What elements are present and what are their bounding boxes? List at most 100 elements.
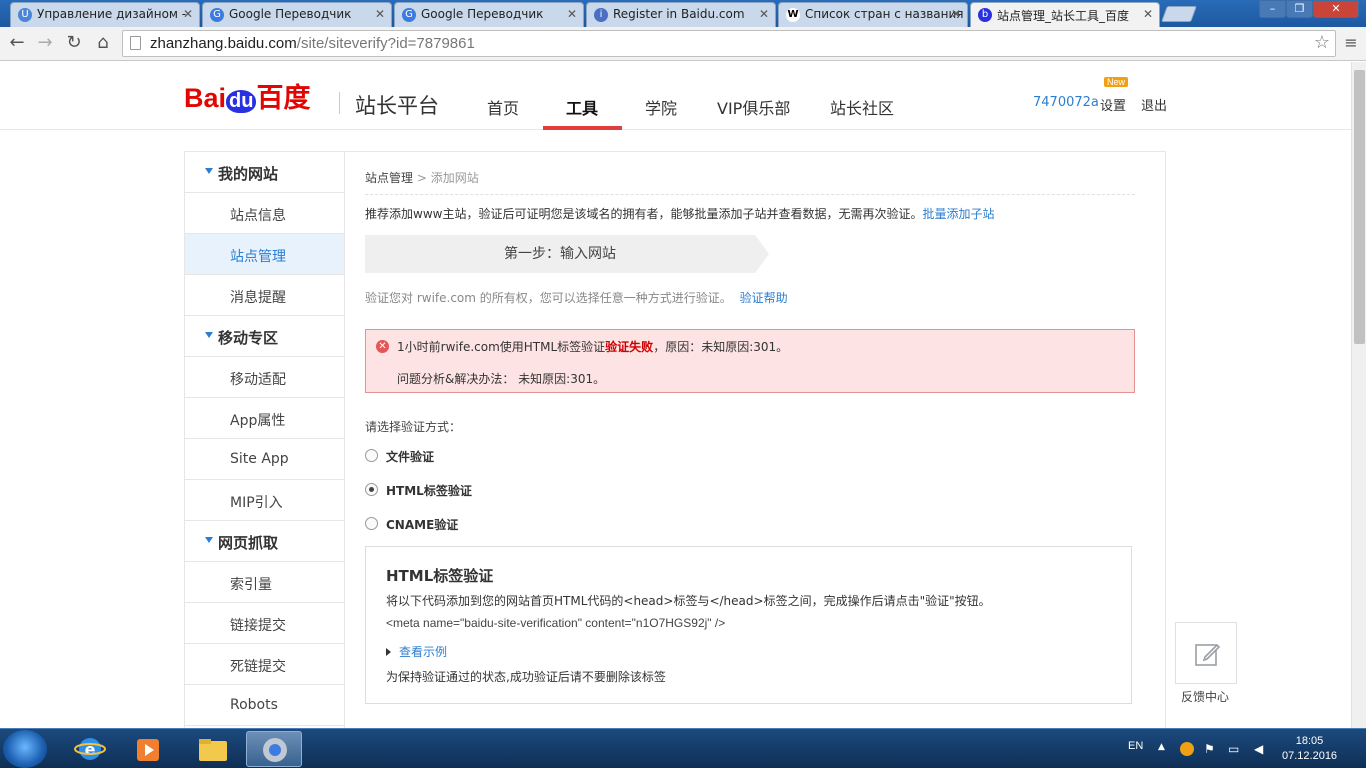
clock-time: 18:05 (1295, 735, 1324, 747)
menu-icon[interactable]: ≡ (1340, 32, 1362, 54)
close-icon[interactable]: ✕ (183, 7, 193, 21)
tab-title: Список стран с названия (805, 7, 964, 21)
nav-tools[interactable]: 工具 (566, 95, 598, 119)
radio-file-verify[interactable] (365, 449, 378, 462)
error-solution: 问题分析&解决办法： 未知原因:301。 (397, 372, 606, 386)
feedback-label[interactable]: 反馈中心 (1181, 688, 1229, 705)
logo-cn: 百度 (256, 83, 311, 113)
verify-tip: 验证您对 rwife.com 的所有权，您可以选择任意一种方式进行验证。 验证帮… (365, 289, 788, 306)
tray-action-center-icon[interactable]: ⚑ (1204, 742, 1215, 756)
sidebar-item-link-submit[interactable]: 链接提交 (185, 603, 344, 644)
taskbar: e EN ▲ ⚑ ▭ ◀ 18:05 07.12.2016 (0, 728, 1366, 768)
platform-title: 站长平台 (355, 94, 439, 118)
tab-title: Google Переводчик (229, 7, 352, 21)
step-arrow (755, 235, 769, 273)
tray-app-icon[interactable] (1180, 742, 1194, 756)
sidebar-item-robots[interactable]: Robots (185, 685, 344, 726)
maximize-button[interactable]: ❐ (1286, 0, 1313, 18)
instructions-title: HTML标签验证 (386, 567, 494, 585)
chrome-taskbar-icon[interactable] (246, 731, 302, 767)
radio-label-html-tag-verify[interactable]: HTML标签验证 (386, 482, 472, 499)
sidebar-item-deadlink-submit[interactable]: 死链提交 (185, 644, 344, 685)
close-icon[interactable]: ✕ (1143, 7, 1153, 21)
caret-down-icon (205, 332, 213, 338)
recommend-tip: 推荐添加www主站，验证后可证明您是该域名的拥有者，能够批量添加子站并查看数据，… (365, 205, 994, 222)
new-tab-button[interactable] (1161, 6, 1197, 22)
verify-help-link[interactable]: 验证帮助 (740, 291, 788, 305)
nav-active-indicator (543, 126, 622, 130)
sidebar-item-site-info[interactable]: 站点信息 (185, 193, 344, 234)
minimize-button[interactable]: – (1259, 0, 1286, 18)
sidebar-item-messages[interactable]: 消息提醒 (185, 275, 344, 316)
caret-down-icon (205, 537, 213, 543)
breadcrumb-root[interactable]: 站点管理 (365, 171, 413, 185)
reload-icon[interactable]: ↻ (63, 32, 85, 54)
tab-title: Register in Baidu.com (613, 7, 745, 21)
radio-cname-verify[interactable] (365, 517, 378, 530)
edit-icon (1195, 643, 1221, 666)
settings-link[interactable]: 设置 (1100, 95, 1126, 114)
system-clock[interactable]: 18:05 07.12.2016 (1282, 734, 1337, 764)
sidebar-group-my-sites[interactable]: 我的网站 (185, 152, 344, 193)
window-close-button[interactable]: ✕ (1313, 0, 1359, 18)
browser-tab-6[interactable]: b 站点管理_站长工具_百度 ✕ (970, 2, 1160, 28)
browser-tab-2[interactable]: G Google Переводчик ✕ (202, 2, 392, 27)
breadcrumb-current: 添加网站 (430, 171, 479, 185)
sidebar-item-site-app[interactable]: Site App (185, 439, 344, 480)
sidebar-item-site-management[interactable]: 站点管理 (185, 234, 344, 275)
browser-tab-3[interactable]: G Google Переводчик ✕ (394, 2, 584, 27)
tab-favicon-icon: W (786, 8, 800, 22)
nav-community[interactable]: 站长社区 (830, 95, 894, 119)
choose-method-label: 请选择验证方式： (365, 420, 462, 434)
scrollbar-thumb[interactable] (1354, 70, 1365, 344)
logout-link[interactable]: 退出 (1141, 95, 1167, 114)
verification-code[interactable]: <meta name="baidu-site-verification" con… (386, 616, 725, 630)
step-2: 第二步：验证网站 (755, 235, 1135, 273)
feedback-button[interactable] (1175, 622, 1237, 684)
batch-add-subsite-link[interactable]: 批量添加子站 (922, 207, 994, 221)
user-id-link[interactable]: 7470072a (1033, 95, 1099, 110)
nav-vip-club[interactable]: VIP俱乐部 (717, 95, 790, 119)
step-1: 第一步：输入网站 (365, 235, 755, 273)
radio-label-cname-verify[interactable]: CNAME验证 (386, 516, 458, 533)
bookmark-star-icon[interactable]: ☆ (1314, 32, 1330, 53)
address-bar[interactable]: zhanzhang.baidu.com/site/siteverify?id=7… (122, 30, 1336, 57)
forward-arrow-icon[interactable]: → (34, 32, 56, 54)
error-message: ✕ 1小时前rwife.com使用HTML标签验证验证失败，原因：未知原因:30… (365, 329, 1135, 393)
sidebar-group-label: 网页抓取 (218, 534, 279, 552)
radio-html-tag-verify[interactable] (365, 483, 378, 496)
nav-academy[interactable]: 学院 (645, 95, 677, 119)
start-button[interactable] (3, 730, 47, 768)
close-icon[interactable]: ✕ (951, 7, 961, 21)
error-prefix: 1小时前rwife.com使用HTML标签验证 (397, 340, 606, 354)
browser-tab-5[interactable]: W Список стран с названия ✕ (778, 2, 968, 27)
logo-bai: Bai (184, 83, 227, 113)
tray-expand-icon[interactable]: ▲ (1158, 742, 1165, 752)
nav-home[interactable]: 首页 (487, 95, 519, 119)
page-icon (130, 36, 141, 50)
scrollbar[interactable] (1351, 62, 1366, 728)
sidebar-item-app-attributes[interactable]: App属性 (185, 398, 344, 439)
home-icon[interactable]: ⌂ (92, 32, 114, 54)
view-example-toggle[interactable]: 查看示例 (386, 643, 447, 660)
radio-label-file-verify[interactable]: 文件验证 (386, 448, 434, 465)
media-player-icon[interactable] (120, 731, 176, 767)
back-arrow-icon[interactable]: ← (6, 32, 28, 54)
internet-explorer-icon[interactable]: e (62, 731, 118, 767)
sidebar-group-mobile[interactable]: 移动专区 (185, 316, 344, 357)
sidebar-group-crawl[interactable]: 网页抓取 (185, 521, 344, 562)
close-icon[interactable]: ✕ (567, 7, 577, 21)
language-indicator[interactable]: EN (1128, 740, 1143, 752)
network-icon[interactable]: ▭ (1228, 742, 1239, 756)
close-icon[interactable]: ✕ (375, 7, 385, 21)
browser-tab-1[interactable]: U Управление дизайном - ✕ (10, 2, 200, 27)
close-icon[interactable]: ✕ (759, 7, 769, 21)
file-explorer-icon[interactable] (185, 731, 241, 767)
sidebar-item-mip[interactable]: MIP引入 (185, 480, 344, 521)
browser-tab-4[interactable]: i Register in Baidu.com ✕ (586, 2, 776, 27)
sidebar-item-index[interactable]: 索引量 (185, 562, 344, 603)
volume-icon[interactable]: ◀ (1254, 742, 1263, 756)
baidu-logo[interactable]: Bai du 百度 (184, 76, 310, 115)
sidebar-item-mobile-adapt[interactable]: 移动适配 (185, 357, 344, 398)
browser-toolbar: ← → ↻ ⌂ zhanzhang.baidu.com/site/sitever… (0, 27, 1366, 61)
